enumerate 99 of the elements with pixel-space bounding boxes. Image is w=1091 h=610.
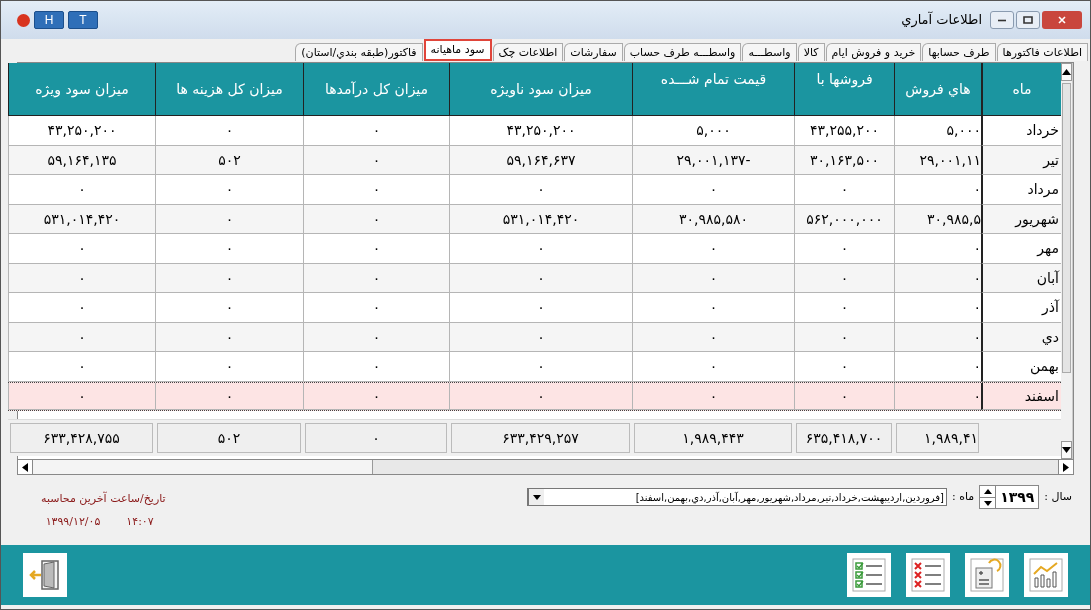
table-cell: ۰ — [449, 382, 632, 411]
table-cell: ۰ — [303, 293, 449, 323]
tab[interactable]: واسطـــه طرف حساب — [623, 43, 742, 62]
table-cell: ۰ — [8, 175, 155, 205]
minimize-icon — [997, 18, 1007, 22]
table-cell: ۵,۰۰۰ — [632, 116, 794, 146]
table-cell: ۰ — [894, 352, 981, 382]
exit-door-icon — [28, 558, 62, 593]
calculation-label: تاريخ/ساعت آخرين محاسبه — [41, 491, 166, 508]
calculator-button[interactable] — [965, 553, 1009, 598]
horizontal-scrollbar[interactable] — [18, 459, 1073, 475]
column-header[interactable]: ميزان سود ناويژه — [449, 63, 632, 116]
table-cell: اسفند — [981, 382, 1061, 411]
table-cell: ۰ — [794, 175, 894, 205]
column-header[interactable]: ميزان کل هزينه ها — [155, 63, 303, 116]
maximize-button[interactable] — [1016, 11, 1040, 30]
year-label: سال : — [1044, 489, 1072, 506]
title-bar-button[interactable]: T — [68, 11, 98, 30]
table-cell: ۰ — [632, 175, 794, 205]
chart-button[interactable] — [1024, 553, 1068, 598]
maximize-icon — [1022, 14, 1034, 27]
title-bar-button[interactable]: H — [34, 11, 64, 30]
table-cell: ۰ — [794, 293, 894, 323]
table-cell: ۰ — [155, 352, 303, 382]
table-cell: ۰ — [894, 234, 981, 264]
vertical-scrollbar[interactable] — [1061, 63, 1073, 460]
scroll-left-icon[interactable] — [18, 460, 33, 475]
checklist-icon — [851, 557, 887, 594]
table-cell: ۰ — [155, 116, 303, 146]
column-header[interactable]: فروشها با — [794, 63, 894, 116]
tab[interactable]: کالا — [797, 43, 825, 62]
table-cell: ۰ — [155, 382, 303, 411]
date-text: ۱۳۹۹/۱۲/۰۵ — [45, 513, 101, 530]
bar-chart-icon — [1028, 557, 1064, 594]
table-cell: ۰ — [449, 175, 632, 205]
tab[interactable]: طرف حسابها — [922, 43, 996, 62]
table-cell: ۰ — [155, 175, 303, 205]
tab[interactable]: واسطـــه — [742, 43, 797, 62]
table-cell: ۰ — [894, 175, 981, 205]
spin-down-icon[interactable] — [983, 500, 992, 506]
table-cell: ۵,۰۰۰ — [894, 116, 981, 146]
table-cell: ۰ — [894, 382, 981, 411]
table-cell: ۰ — [8, 352, 155, 382]
table-cell: ۰ — [632, 352, 794, 382]
tab[interactable]: اطلاعات فاکتورها — [996, 43, 1088, 62]
month-label: ماه : — [952, 489, 975, 506]
table-cell: ۰ — [794, 382, 894, 411]
total-cell: ۱,۹۸۹,۴۱ — [896, 423, 979, 454]
table-cell: ۰ — [8, 382, 155, 411]
cross-list-icon — [910, 557, 946, 594]
table-cell: ۰ — [794, 234, 894, 264]
column-header[interactable]: قيمت تمام شـــده — [632, 63, 794, 116]
table-cell: ۰ — [303, 175, 449, 205]
scroll-up-icon[interactable] — [1061, 63, 1072, 82]
year-spinner[interactable]: ۱۳۹۹ — [979, 485, 1040, 510]
table-cell: ۴۳,۲۵۰,۲۰۰ — [8, 116, 155, 146]
tab[interactable]: سود ماهيانه — [423, 39, 492, 62]
table-cell: ۰ — [155, 234, 303, 264]
dropdown-arrow-icon — [532, 494, 541, 500]
table-cell: ۴۳,۲۵۵,۲۰۰ — [794, 116, 894, 146]
table-cell: ۰ — [632, 234, 794, 264]
table-cell: ۰ — [449, 234, 632, 264]
table-cell: ۰ — [632, 382, 794, 411]
total-cell: ۰ — [305, 423, 447, 454]
window-title: اطلاعات آماري — [901, 10, 982, 30]
table-cell: ۰ — [303, 352, 449, 382]
exit-button[interactable] — [23, 553, 67, 598]
total-cell: ۱,۹۸۹,۴۴۳ — [634, 423, 792, 454]
table-cell: ۰ — [303, 234, 449, 264]
table-cell: ۰ — [449, 293, 632, 323]
column-header[interactable]: ميزان سود ويژه — [8, 63, 155, 116]
time-text: ۱۴:۰۷ — [126, 513, 154, 530]
total-cell: ۶۳۵,۴۱۸,۷۰۰ — [796, 423, 892, 454]
table-cell: ۰ — [632, 293, 794, 323]
total-cell: ۶۳۳,۴۲۹,۲۵۷ — [451, 423, 630, 454]
tab[interactable]: فاکتور(طبقه بندي/استان) — [295, 43, 423, 62]
spin-up-icon[interactable] — [983, 489, 992, 495]
tab[interactable]: سفارشات — [564, 43, 623, 62]
scroll-right-icon[interactable] — [1058, 460, 1073, 475]
close-button[interactable] — [1042, 11, 1082, 30]
tab[interactable]: خريد و فروش ايام — [825, 43, 922, 62]
column-header[interactable]: هاي فروش — [894, 63, 981, 116]
cross-list-button[interactable] — [906, 553, 950, 598]
table-cell: ۰ — [303, 116, 449, 146]
table-cell: ۰ — [303, 382, 449, 411]
table-cell: ۰ — [894, 293, 981, 323]
table-cell: ۰ — [8, 293, 155, 323]
total-cell: ۶۳۳,۴۲۸,۷۵۵ — [10, 423, 153, 454]
table-cell: ۰ — [155, 293, 303, 323]
tab[interactable]: اطلاعات چک — [492, 43, 564, 62]
table-cell: ۴۳,۲۵۰,۲۰۰ — [449, 116, 632, 146]
calculator-refresh-icon — [969, 557, 1005, 594]
table-cell: ۰ — [8, 234, 155, 264]
table-cell: ۰ — [794, 352, 894, 382]
month-dropdown[interactable]: [فروردين,ارديبهشت,خرداد,تير,مرداد,شهريور,مهر,آبان,آذر,دي,بهمن,اسفند] — [527, 488, 947, 507]
table-cell: ۰ — [449, 352, 632, 382]
total-cell: ۵۰۲ — [157, 423, 301, 454]
column-header[interactable]: ميزان کل درآمدها — [303, 63, 449, 116]
checklist-button[interactable] — [847, 553, 891, 598]
